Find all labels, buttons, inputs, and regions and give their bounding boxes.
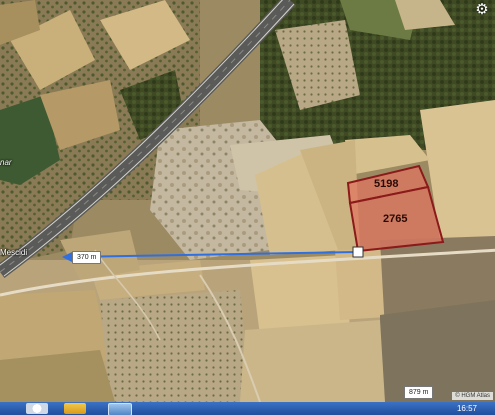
measurement-line [67, 251, 359, 258]
map-attribution: © HGM Atlas [452, 392, 493, 400]
parcel-number-5198: 5198 [374, 178, 399, 190]
window-icon[interactable] [108, 403, 132, 415]
place-label-partial: nar [0, 158, 12, 167]
measurement-distance-label: 370 m [72, 251, 102, 264]
start-button-icon[interactable] [26, 403, 48, 414]
gear-icon[interactable]: ⚙ [474, 2, 490, 18]
scale-bar-label: 879 m [404, 386, 434, 399]
taskbar: 16:57 [0, 402, 495, 415]
measurement-arrow-icon [62, 252, 72, 262]
measurement-handle[interactable] [352, 246, 364, 258]
parcel-layer [62, 164, 445, 262]
place-label: Mescidi [0, 248, 28, 257]
satellite-map[interactable]: 5198 2765 370 m Mescidi nar ⚙ 879 m © HG… [0, 0, 495, 402]
screen: 5198 2765 370 m Mescidi nar ⚙ 879 m © HG… [0, 0, 495, 415]
parcel-number-2765: 2765 [383, 213, 408, 225]
taskbar-clock: 16:57 [456, 404, 477, 413]
folder-icon[interactable] [64, 403, 86, 414]
